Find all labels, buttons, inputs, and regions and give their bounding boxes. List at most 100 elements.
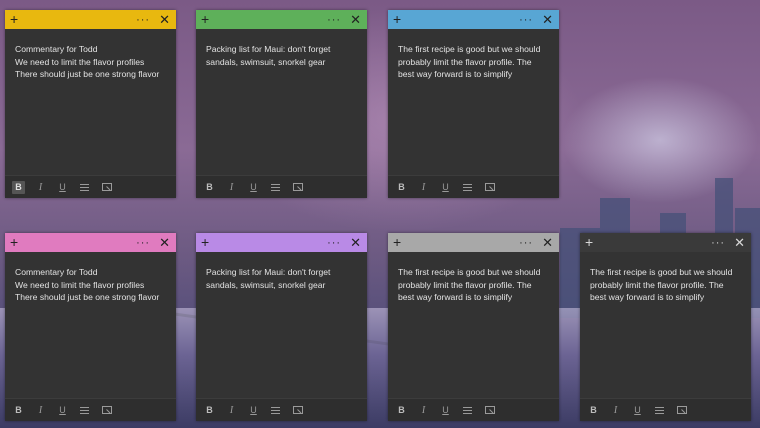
underline-button[interactable]: U — [439, 181, 452, 194]
italic-button[interactable]: I — [225, 404, 238, 417]
note-text[interactable]: Commentary for Todd We need to limit the… — [5, 29, 176, 168]
italic-button[interactable]: I — [225, 181, 238, 194]
close-icon[interactable]: ✕ — [542, 235, 553, 251]
insert-image-icon[interactable] — [100, 404, 113, 417]
insert-image-icon[interactable] — [483, 404, 496, 417]
sticky-note-3[interactable]: + ··· ✕ The first recipe is good but we … — [388, 10, 559, 198]
bold-button[interactable]: B — [203, 404, 216, 417]
note-line: The first recipe is good but we should — [398, 44, 541, 54]
menu-icon[interactable]: ··· — [136, 14, 150, 26]
menu-icon[interactable]: ··· — [711, 237, 725, 249]
note-line: We need to limit the flavor profiles — [15, 56, 145, 67]
add-note-icon[interactable]: + — [10, 10, 18, 29]
note-header[interactable]: + ··· ✕ — [196, 233, 367, 252]
note-header[interactable]: + ··· ✕ — [388, 233, 559, 252]
note-line: Packing list for Maui: don't forget — [206, 267, 331, 277]
add-note-icon[interactable]: + — [393, 10, 401, 29]
bold-button[interactable]: B — [395, 181, 408, 194]
format-toolbar: B I U — [388, 398, 559, 421]
bullet-list-icon[interactable] — [269, 181, 282, 194]
format-toolbar: B I U — [5, 175, 176, 198]
insert-image-icon[interactable] — [483, 181, 496, 194]
close-icon[interactable]: ✕ — [734, 235, 745, 251]
note-text[interactable]: The first recipe is good but we should p… — [388, 29, 559, 168]
note-text[interactable]: Packing list for Maui: don't forget sand… — [196, 252, 367, 391]
underline-button[interactable]: U — [56, 404, 69, 417]
close-icon[interactable]: ✕ — [350, 235, 361, 251]
bold-button[interactable]: B — [395, 404, 408, 417]
note-line: We need to limit the flavor profiles — [15, 279, 145, 290]
add-note-icon[interactable]: + — [585, 233, 593, 252]
sticky-note-4[interactable]: + ··· ✕ Commentary for Todd We need to l… — [5, 233, 176, 421]
insert-image-icon[interactable] — [100, 181, 113, 194]
bullet-list-icon[interactable] — [269, 404, 282, 417]
note-header[interactable]: + ··· ✕ — [5, 10, 176, 29]
bullet-list-icon[interactable] — [461, 181, 474, 194]
format-toolbar: B I U — [388, 175, 559, 198]
bullet-list-icon[interactable] — [461, 404, 474, 417]
close-icon[interactable]: ✕ — [159, 12, 170, 28]
bold-button[interactable]: B — [12, 180, 25, 194]
bold-button[interactable]: B — [12, 404, 25, 417]
bold-button[interactable]: B — [587, 404, 600, 417]
note-text[interactable]: Commentary for Todd We need to limit the… — [5, 252, 176, 391]
format-toolbar: B I U — [580, 398, 751, 421]
bold-button[interactable]: B — [203, 181, 216, 194]
format-toolbar: B I U — [5, 398, 176, 421]
note-text[interactable]: The first recipe is good but we should p… — [388, 252, 559, 391]
italic-button[interactable]: I — [609, 404, 622, 417]
add-note-icon[interactable]: + — [201, 233, 209, 252]
add-note-icon[interactable]: + — [201, 10, 209, 29]
sticky-note-2[interactable]: + ··· ✕ Packing list for Maui: don't for… — [196, 10, 367, 198]
note-line: The first recipe is good but we should — [398, 267, 541, 277]
underline-button[interactable]: U — [247, 404, 260, 417]
sticky-note-1[interactable]: + ··· ✕ Commentary for Todd We need to l… — [5, 10, 176, 198]
note-line: The first recipe is good but we should — [590, 267, 733, 277]
insert-image-icon[interactable] — [675, 404, 688, 417]
menu-icon[interactable]: ··· — [519, 237, 533, 249]
underline-button[interactable]: U — [247, 181, 260, 194]
add-note-icon[interactable]: + — [10, 233, 18, 252]
underline-button[interactable]: U — [439, 404, 452, 417]
bullet-list-icon[interactable] — [78, 404, 91, 417]
close-icon[interactable]: ✕ — [159, 235, 170, 251]
sticky-note-7[interactable]: + ··· ✕ The first recipe is good but we … — [580, 233, 751, 421]
sticky-note-5[interactable]: + ··· ✕ Packing list for Maui: don't for… — [196, 233, 367, 421]
italic-button[interactable]: I — [417, 181, 430, 194]
format-toolbar: B I U — [196, 398, 367, 421]
italic-button[interactable]: I — [34, 404, 47, 417]
menu-icon[interactable]: ··· — [327, 237, 341, 249]
menu-icon[interactable]: ··· — [136, 237, 150, 249]
menu-icon[interactable]: ··· — [327, 14, 341, 26]
note-line: Commentary for Todd — [15, 44, 98, 54]
note-line: probably limit the flavor profile. The — [398, 279, 532, 290]
note-text[interactable]: The first recipe is good but we should p… — [580, 252, 751, 391]
note-line: probably limit the flavor profile. The — [590, 279, 724, 290]
close-icon[interactable]: ✕ — [542, 12, 553, 28]
italic-button[interactable]: I — [417, 404, 430, 417]
note-line: Commentary for Todd — [15, 267, 98, 277]
note-header[interactable]: + ··· ✕ — [5, 233, 176, 252]
note-header[interactable]: + ··· ✕ — [196, 10, 367, 29]
note-header[interactable]: + ··· ✕ — [388, 10, 559, 29]
note-text[interactable]: Packing list for Maui: don't forget sand… — [196, 29, 367, 168]
note-line: Packing list for Maui: don't forget — [206, 44, 331, 54]
insert-image-icon[interactable] — [291, 181, 304, 194]
format-toolbar: B I U — [196, 175, 367, 198]
underline-button[interactable]: U — [56, 181, 69, 194]
add-note-icon[interactable]: + — [393, 233, 401, 252]
menu-icon[interactable]: ··· — [519, 14, 533, 26]
note-line: best way forward is to simplify — [590, 292, 705, 303]
bullet-list-icon[interactable] — [78, 181, 91, 194]
note-line: There should just be one strong flavor — [15, 69, 160, 80]
note-line: probably limit the flavor profile. The — [398, 56, 532, 67]
note-line: sandals, swimsuit, snorkel gear — [206, 279, 326, 290]
insert-image-icon[interactable] — [291, 404, 304, 417]
sticky-note-6[interactable]: + ··· ✕ The first recipe is good but we … — [388, 233, 559, 421]
note-line: There should just be one strong flavor — [15, 292, 160, 303]
close-icon[interactable]: ✕ — [350, 12, 361, 28]
italic-button[interactable]: I — [34, 181, 47, 194]
bullet-list-icon[interactable] — [653, 404, 666, 417]
note-header[interactable]: + ··· ✕ — [580, 233, 751, 252]
underline-button[interactable]: U — [631, 404, 644, 417]
